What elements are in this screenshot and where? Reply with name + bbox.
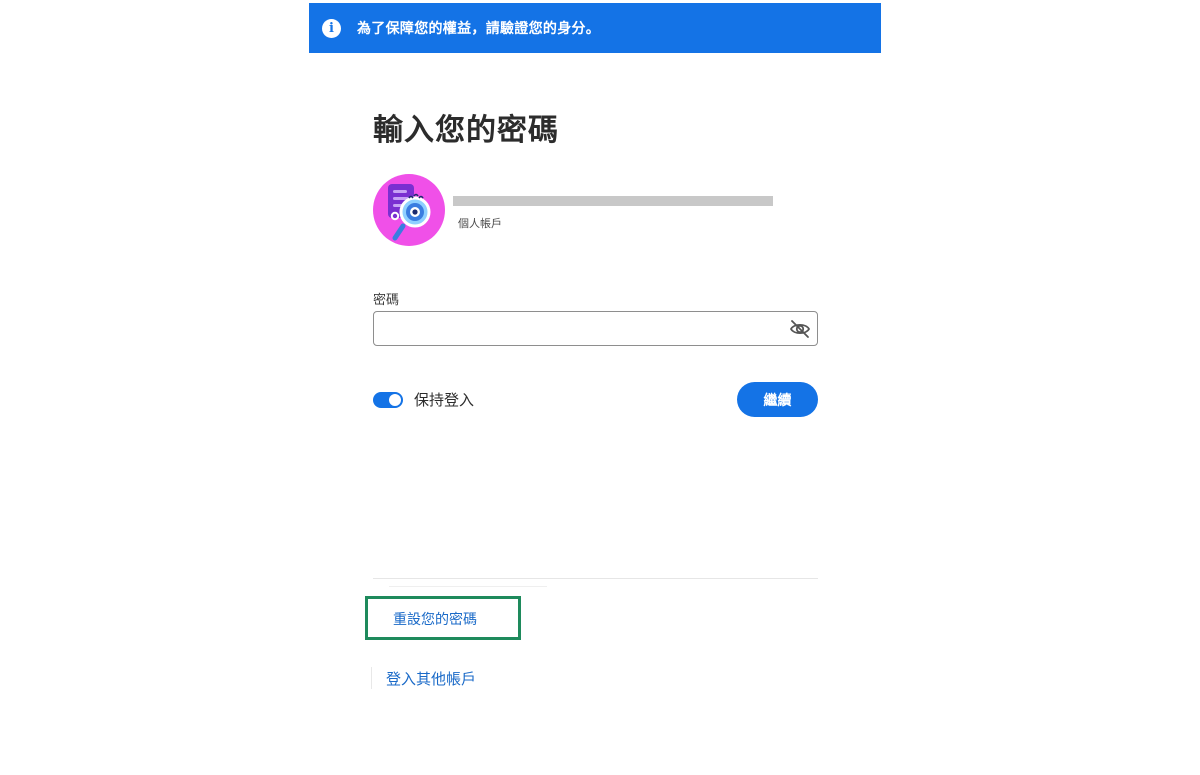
info-icon: i [322,18,341,38]
verification-banner: i 為了保障您的權益，請驗證您的身分。 [309,3,881,53]
stay-signed-in-label: 保持登入 [414,391,475,409]
divider [373,578,818,579]
page: i 為了保障您的權益，請驗證您的身分。 輸入您的密碼 個人帳戶 密碼 保持登入 … [0,0,1200,775]
password-field [373,311,818,346]
divider-faint [389,586,547,587]
password-label: 密碼 [373,293,400,308]
eye-slash-icon[interactable] [789,318,811,340]
page-title: 輸入您的密碼 [373,113,559,148]
reset-password-link[interactable]: 重設您的密碼 [393,609,477,629]
email-redacted [453,196,773,206]
toggle-knob [389,394,401,406]
continue-button[interactable]: 繼續 [737,382,818,417]
document-search-avatar-icon [373,174,445,246]
account-type-label: 個人帳戶 [458,217,502,230]
sign-in-other-account-link[interactable]: 登入其他帳戶 [386,668,476,689]
stay-signed-in-toggle[interactable] [373,392,403,408]
link-guide [371,667,372,689]
password-input[interactable] [374,312,779,345]
sign-in-card: i 為了保障您的權益，請驗證您的身分。 輸入您的密碼 個人帳戶 密碼 保持登入 … [309,3,881,763]
banner-text: 為了保障您的權益，請驗證您的身分。 [357,21,601,37]
